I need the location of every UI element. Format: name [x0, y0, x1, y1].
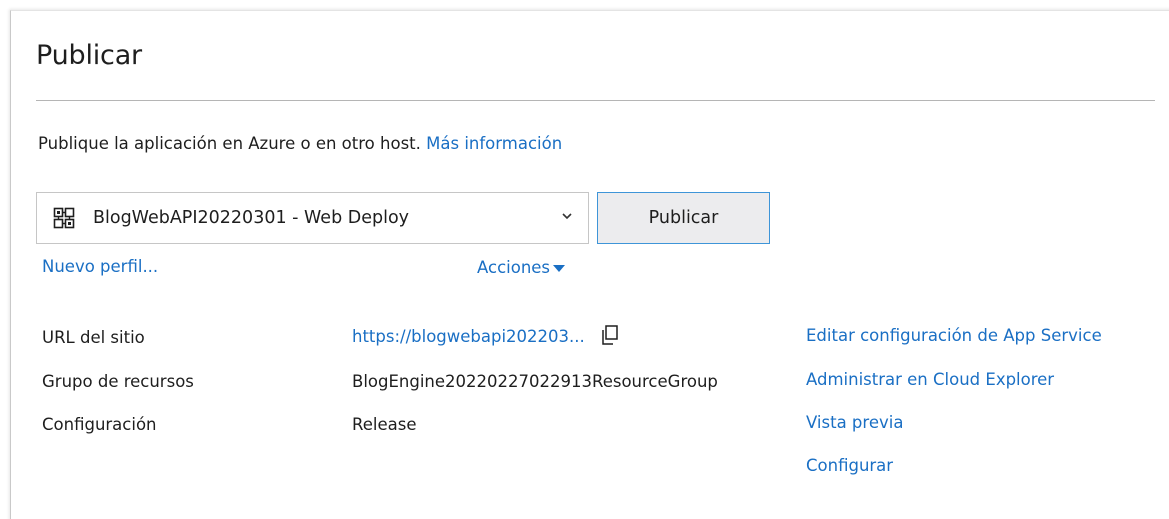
site-url-label: URL del sitio — [42, 328, 145, 347]
resource-group-label: Grupo de recursos — [42, 372, 194, 391]
preview-link[interactable]: Vista previa — [806, 413, 903, 432]
caret-down-icon — [553, 264, 566, 272]
edit-app-service-link[interactable]: Editar configuración de App Service — [806, 326, 1102, 345]
intro-text-row: Publique la aplicación en Azure o en otr… — [38, 134, 562, 153]
configuration-value: Release — [352, 415, 417, 434]
copy-icon[interactable] — [599, 324, 621, 346]
intro-text: Publique la aplicación en Azure o en otr… — [38, 134, 421, 153]
actions-menu[interactable]: Acciones — [477, 258, 566, 277]
configuration-label: Configuración — [42, 415, 157, 434]
more-info-link[interactable]: Más información — [426, 134, 562, 153]
resource-group-value: BlogEngine20220227022913ResourceGroup — [352, 372, 718, 391]
publish-button[interactable]: Publicar — [597, 192, 770, 244]
actions-label: Acciones — [477, 258, 551, 277]
web-deploy-icon — [53, 207, 75, 229]
page-title: Publicar — [36, 40, 142, 71]
manage-cloud-explorer-link[interactable]: Administrar en Cloud Explorer — [806, 370, 1054, 389]
title-divider — [36, 100, 1155, 101]
chevron-down-icon — [562, 213, 572, 220]
publish-panel — [10, 10, 1169, 519]
site-url-row: https://blogwebapi202203... — [352, 324, 621, 346]
site-url-link[interactable]: https://blogwebapi202203... — [352, 327, 585, 346]
publish-profile-dropdown[interactable]: BlogWebAPI20220301 - Web Deploy — [36, 192, 589, 244]
selected-profile-label: BlogWebAPI20220301 - Web Deploy — [93, 208, 410, 228]
new-profile-link[interactable]: Nuevo perfil... — [42, 257, 158, 276]
configure-link[interactable]: Configurar — [806, 456, 893, 475]
